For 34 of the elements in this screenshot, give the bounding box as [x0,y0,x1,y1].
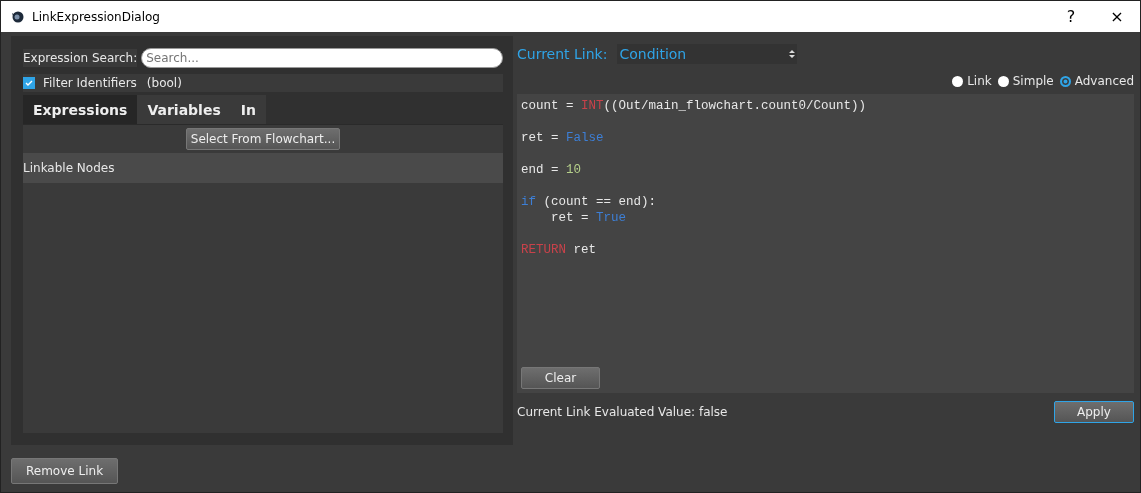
window-title: LinkExpressionDialog [32,9,160,24]
code-line: RETURN ret [521,242,597,258]
tab[interactable]: Variables [137,95,231,124]
type-label: (bool) [146,76,182,90]
remove-link-button[interactable]: Remove Link [11,458,119,484]
code-editor[interactable]: count = INT((Out/main_flowchart.count0/Count)) ret = False end = 10 if (count == end): ret = True RETURN ret Clear [517,94,1134,393]
close-button[interactable]: × [1094,1,1140,32]
spinner-arrows-icon [789,49,796,59]
code-line: count = INT((Out/main_flowchart.count0/Count)) [521,98,867,114]
filter-checkbox[interactable] [23,77,35,89]
evaluated-value-text: Current Link Evaluated Value: false [517,405,728,419]
current-link-dropdown[interactable]: Condition [617,44,798,64]
search-label: Expression Search: [23,49,138,67]
radio-label: Link [967,74,992,88]
radio-button[interactable] [1059,75,1071,87]
apply-button[interactable]: Apply [1054,401,1134,423]
radio-button[interactable] [997,75,1009,87]
code-line: ret = True [550,210,627,226]
search-field[interactable]: Search... [141,48,503,68]
app-logo-icon [11,9,25,24]
code-line: if (count == end): [521,194,657,210]
radio-label: Simple [1012,74,1054,88]
code-line: ret = False [521,130,604,146]
radio-button[interactable] [952,75,964,87]
help-button[interactable]: ? [1048,1,1094,32]
clear-button[interactable]: Clear [521,367,600,389]
tab[interactable]: Expressions [23,95,138,124]
code-line: end = 10 [521,162,582,178]
radio-label: Advanced [1074,74,1134,88]
current-link-label: Current Link: [517,46,608,62]
tab[interactable]: In [230,95,266,124]
select-from-flowchart-button[interactable]: Select From Flowchart... [185,128,341,150]
filter-label: Filter Identifiers [43,76,137,90]
list-header: Linkable Nodes [23,153,503,183]
